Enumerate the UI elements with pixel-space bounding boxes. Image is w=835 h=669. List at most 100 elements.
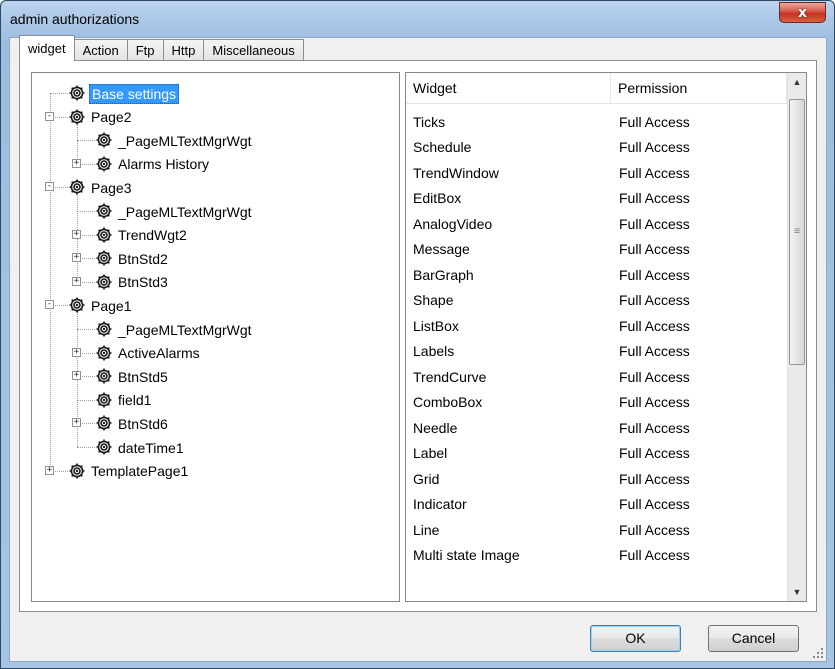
gear-icon	[94, 366, 114, 386]
tree-item[interactable]: ActiveAlarms	[116, 342, 202, 365]
permission-cell: Full Access	[619, 394, 690, 411]
tree-item[interactable]: Page1	[89, 294, 133, 317]
tree-item-label: dateTime1	[118, 439, 184, 456]
widget-name-cell: ListBox	[413, 317, 459, 334]
widget-name-cell: TrendWindow	[413, 164, 499, 181]
gear-icon	[67, 177, 87, 197]
expand-icon[interactable]: +	[72, 418, 81, 428]
widget-name-cell: Shape	[413, 292, 454, 309]
list-item[interactable]: EditBox Full Access	[406, 186, 787, 212]
scroll-up-icon[interactable]: ▲	[788, 73, 806, 91]
tree-connector-line	[77, 447, 95, 448]
ok-button[interactable]: OK	[590, 625, 681, 652]
tree-item[interactable]: BtnStd6	[116, 412, 170, 435]
tab-widget[interactable]: widget	[19, 35, 75, 61]
expand-icon[interactable]: +	[45, 465, 54, 475]
tree-item-label: _PageMLTextMgrWgt	[118, 132, 252, 149]
tree-item[interactable]: BtnStd3	[116, 271, 170, 294]
list-item[interactable]: TrendWindow Full Access	[406, 160, 787, 186]
resize-grip-icon[interactable]	[812, 647, 824, 659]
tree-item[interactable]: dateTime1	[116, 436, 186, 459]
widget-name-cell: Indicator	[413, 496, 467, 513]
widget-name-cell: Message	[413, 241, 470, 258]
list-item[interactable]: ComboBox Full Access	[406, 390, 787, 416]
tree-connector-line	[77, 140, 95, 142]
gear-icon	[94, 319, 114, 339]
list-item[interactable]: Line Full Access	[406, 517, 787, 543]
tree-item[interactable]: _PageMLTextMgrWgt	[116, 200, 254, 223]
gear-icon	[67, 107, 87, 127]
list-item[interactable]: Multi state Image Full Access	[406, 543, 787, 569]
widget-tree[interactable]: Base settings - Page2 _PageMLTextMgrWgt + Ala…	[31, 72, 400, 602]
cancel-button[interactable]: Cancel	[708, 625, 799, 652]
tree-item-label: Page3	[91, 179, 132, 196]
widget-name-cell: TrendCurve	[413, 368, 487, 385]
tab-action[interactable]: Action	[73, 39, 128, 61]
tree-item[interactable]: Alarms History	[116, 153, 211, 176]
tree-item-label: Page2	[91, 109, 132, 126]
tree-item[interactable]: BtnStd5	[116, 365, 170, 388]
list-item[interactable]: Shape Full Access	[406, 288, 787, 314]
list-item[interactable]: Grid Full Access	[406, 466, 787, 492]
list-item[interactable]: Schedule Full Access	[406, 135, 787, 161]
permission-cell: Full Access	[619, 368, 690, 385]
widget-name-cell: Labels	[413, 343, 455, 360]
dialog-window: admin authorizations x widget Action Ftp…	[0, 0, 835, 669]
expand-icon[interactable]: +	[72, 229, 81, 239]
tree-item[interactable]: Base settings	[89, 82, 180, 105]
list-item[interactable]: Ticks Full Access	[406, 109, 787, 135]
collapse-icon[interactable]: -	[45, 182, 54, 192]
tree-item[interactable]: TrendWgt2	[116, 224, 189, 247]
tree-item[interactable]: Page3	[89, 176, 133, 199]
tree-connector-line	[50, 93, 68, 94]
expand-icon[interactable]: +	[72, 371, 81, 381]
column-header-permission[interactable]: Permission	[611, 73, 787, 104]
tree-item[interactable]: _PageMLTextMgrWgt	[116, 129, 254, 152]
gear-icon	[94, 130, 114, 150]
list-item[interactable]: BarGraph Full Access	[406, 262, 787, 288]
vertical-scrollbar[interactable]: ▲ ≡ ▼	[787, 73, 806, 601]
title-bar[interactable]: admin authorizations x	[1, 1, 834, 37]
expand-icon[interactable]: +	[72, 276, 81, 286]
widget-name-cell: AnalogVideo	[413, 215, 493, 232]
list-item[interactable]: Needle Full Access	[406, 415, 787, 441]
tree-item[interactable]: Page2	[89, 106, 133, 129]
list-item[interactable]: TrendCurve Full Access	[406, 364, 787, 390]
tree-item[interactable]: field1	[116, 389, 153, 412]
expand-icon[interactable]: +	[72, 158, 81, 168]
permission-cell: Full Access	[619, 164, 690, 181]
expand-icon[interactable]: +	[72, 347, 81, 357]
permission-cell: Full Access	[619, 470, 690, 487]
tab-ftp[interactable]: Ftp	[126, 39, 164, 61]
list-item[interactable]: Indicator Full Access	[406, 492, 787, 518]
tree-item[interactable]: BtnStd2	[116, 247, 170, 270]
list-header: Widget Permission	[406, 73, 787, 104]
collapse-icon[interactable]: -	[45, 111, 54, 121]
list-item[interactable]: AnalogVideo Full Access	[406, 211, 787, 237]
collapse-icon[interactable]: -	[45, 300, 54, 310]
permission-cell: Full Access	[619, 445, 690, 462]
tree-connector-line	[77, 211, 95, 212]
list-item[interactable]: Labels Full Access	[406, 339, 787, 365]
tab-miscellaneous[interactable]: Miscellaneous	[203, 39, 304, 61]
permission-cell: Full Access	[619, 190, 690, 207]
grip-icon: ≡	[794, 226, 800, 237]
gear-icon	[94, 413, 114, 433]
scroll-thumb[interactable]: ≡	[789, 99, 805, 365]
tree-item[interactable]: _PageMLTextMgrWgt	[116, 318, 254, 341]
permission-cell: Full Access	[619, 343, 690, 360]
permission-cell: Full Access	[619, 292, 690, 309]
permission-cell: Full Access	[619, 215, 690, 232]
scroll-down-icon[interactable]: ▼	[788, 583, 806, 601]
column-header-widget[interactable]: Widget	[406, 73, 611, 104]
list-item[interactable]: ListBox Full Access	[406, 313, 787, 339]
expand-icon[interactable]: +	[72, 253, 81, 263]
tree-item[interactable]: TemplatePage1	[89, 460, 190, 483]
list-item[interactable]: Label Full Access	[406, 441, 787, 467]
permission-list[interactable]: Widget Permission Ticks Full Access Schedu…	[405, 72, 807, 602]
close-button[interactable]: x	[779, 2, 826, 23]
widget-name-cell: EditBox	[413, 190, 462, 207]
list-item[interactable]: Message Full Access	[406, 237, 787, 263]
tab-http[interactable]: Http	[162, 39, 205, 61]
widget-name-cell: BarGraph	[413, 266, 474, 283]
